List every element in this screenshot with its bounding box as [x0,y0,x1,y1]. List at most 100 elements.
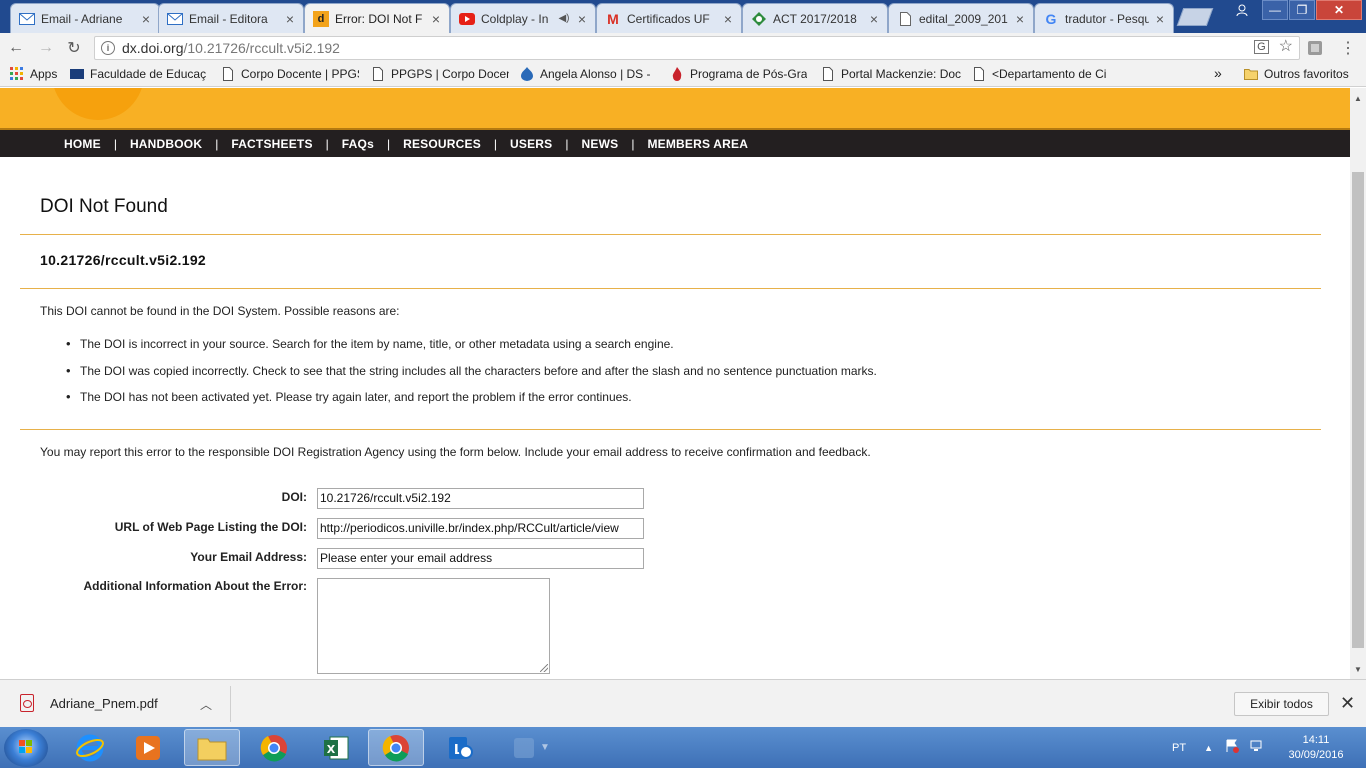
system-clock[interactable]: 14:11 30/09/2016 [1276,733,1356,763]
bookmark-departamento[interactable]: <Departamento de Ci [972,67,1108,81]
resize-handle-icon[interactable] [540,664,548,672]
nav-handbook[interactable]: HANDBOOK [130,137,202,151]
browser-toolbar: ← → ↻ i dx.doi.org/10.21726/rccult.v5i2.… [0,33,1366,63]
scroll-up-icon[interactable]: ▲ [1350,90,1366,106]
maximize-icon[interactable]: ❐ [1289,0,1315,20]
close-window-icon[interactable]: ✕ [1316,0,1362,20]
close-tab-icon[interactable]: × [575,11,589,27]
tab-label: ACT 2017/2018 [773,11,857,26]
network-icon[interactable] [1249,739,1263,756]
bookmark-faculdade[interactable]: Faculdade de Educaç [70,67,210,81]
forward-icon[interactable]: → [36,38,56,58]
bookmarks-bar: Apps Faculdade de Educaç Corpo Docente |… [0,63,1366,87]
nav-users[interactable]: USERS [510,137,552,151]
menu-icon[interactable]: ⋮ [1338,38,1358,58]
download-item[interactable]: Adriane_Pnem.pdf [20,694,158,712]
windows-taskbar: X L ▼ PT ▲ 14:11 30/09/2016 [0,727,1366,768]
bookmark-programa[interactable]: Programa de Pós-Gra [670,67,808,81]
chevron-up-icon[interactable]: ︿ [200,696,212,713]
close-shelf-icon[interactable]: ✕ [1340,693,1355,714]
address-bar[interactable]: i dx.doi.org/10.21726/rccult.v5i2.192 G … [94,36,1300,60]
bookmark-angela-alonso[interactable]: Angela Alonso | DS - [520,67,658,81]
nav-members-area[interactable]: MEMBERS AREA [647,137,748,151]
scrollbar-thumb[interactable] [1352,172,1364,648]
additional-info-textarea[interactable] [317,578,550,674]
bookmark-apps[interactable]: Apps [10,67,65,81]
chevron-down-icon[interactable]: ▼ [530,729,560,766]
list-item: The DOI is incorrect in your source. Sea… [66,336,877,364]
bookmark-label: PPGPS | Corpo Docen [391,67,509,81]
bookmark-label: <Departamento de Ci [992,67,1107,81]
youtube-icon [459,11,475,27]
url-field[interactable]: http://periodicos.univille.br/index.php/… [317,518,644,539]
start-button[interactable] [4,729,48,767]
close-tab-icon[interactable]: × [429,11,443,27]
email-field[interactable]: Please enter your email address [317,548,644,569]
bookmark-star-icon[interactable]: ☆ [1279,39,1293,55]
nav-factsheets[interactable]: FACTSHEETS [231,137,312,151]
close-tab-icon[interactable]: × [283,11,297,27]
nav-separator: | [631,136,635,151]
tab-doi-error[interactable]: d Error: DOI Not F × [304,3,450,33]
tray-expand-icon[interactable]: ▲ [1204,743,1213,753]
chrome-icon[interactable] [246,729,302,766]
close-tab-icon[interactable]: × [1013,11,1027,27]
more-bookmarks-button[interactable]: » [1214,67,1230,80]
document-icon [223,67,233,81]
tab-tradutor[interactable]: G tradutor - Pesqu × [1034,3,1174,33]
file-explorer-icon[interactable] [184,729,240,766]
outlook-icon [19,11,35,27]
tab-coldplay[interactable]: Coldplay - In ◀) × [450,3,596,33]
language-indicator[interactable]: PT [1172,742,1186,754]
document-icon [897,11,913,27]
bookmark-corpo-docente[interactable]: Corpo Docente | PPGS [221,67,359,81]
bookmark-label: Faculdade de Educaç [90,67,207,81]
nav-faqs[interactable]: FAQs [342,137,374,151]
close-tab-icon[interactable]: × [139,11,153,27]
internet-explorer-icon[interactable] [62,729,118,766]
minimize-icon[interactable]: — [1262,0,1288,20]
chrome-active-icon[interactable] [368,729,424,766]
excel-icon[interactable]: X [308,729,364,766]
tab-certificados[interactable]: M Certificados UF × [596,3,742,33]
reasons-list: The DOI is incorrect in your source. Sea… [66,336,877,417]
bookmark-other-favorites[interactable]: Outros favoritos [1244,67,1362,81]
download-shelf: Adriane_Pnem.pdf ︿ Exibir todos ✕ [0,679,1366,727]
url-host: dx.doi.org [122,40,184,56]
nav-home[interactable]: HOME [64,137,101,151]
doi-field[interactable]: 10.21726/rccult.v5i2.192 [317,488,644,509]
pdf-icon [20,694,34,712]
site-info-icon[interactable]: i [101,41,115,55]
bookmark-label: Outros favoritos [1264,67,1349,81]
translate-icon[interactable]: G [1254,40,1269,54]
media-player-icon[interactable] [120,729,176,766]
extension-icon[interactable] [1306,38,1324,58]
show-all-button[interactable]: Exibir todos [1234,692,1329,716]
close-tab-icon[interactable]: × [1153,11,1167,27]
scroll-down-icon[interactable]: ▼ [1350,661,1366,677]
page-title: DOI Not Found [40,196,168,217]
vertical-scrollbar[interactable]: ▲ ▼ [1350,88,1366,679]
tab-act[interactable]: ACT 2017/2018 × [742,3,888,33]
back-icon[interactable]: ← [6,38,26,58]
tab-email-editora[interactable]: Email - Editora × [158,3,304,33]
reload-icon[interactable]: ↻ [64,38,84,58]
lync-icon[interactable]: L [432,729,488,766]
nav-news[interactable]: NEWS [582,137,619,151]
doi-logo[interactable] [52,88,144,120]
new-tab-button[interactable] [1176,8,1214,26]
tab-email-adriane[interactable]: Email - Adriane × [10,3,160,33]
bookmark-ppgps[interactable]: PPGPS | Corpo Docen [371,67,509,81]
nav-resources[interactable]: RESOURCES [403,137,481,151]
gmail-icon: M [607,10,619,27]
bookmark-portal-mackenzie[interactable]: Portal Mackenzie: Doc [821,67,961,81]
action-center-icon[interactable] [1225,739,1239,756]
intro-text: This DOI cannot be found in the DOI Syst… [40,304,400,318]
user-profile-icon[interactable] [1230,0,1254,20]
close-tab-icon[interactable]: × [721,11,735,27]
download-filename: Adriane_Pnem.pdf [50,695,158,711]
tab-edital[interactable]: edital_2009_201 × [888,3,1034,33]
nav-separator: | [215,136,219,151]
svg-text:X: X [327,743,336,756]
close-tab-icon[interactable]: × [867,11,881,27]
